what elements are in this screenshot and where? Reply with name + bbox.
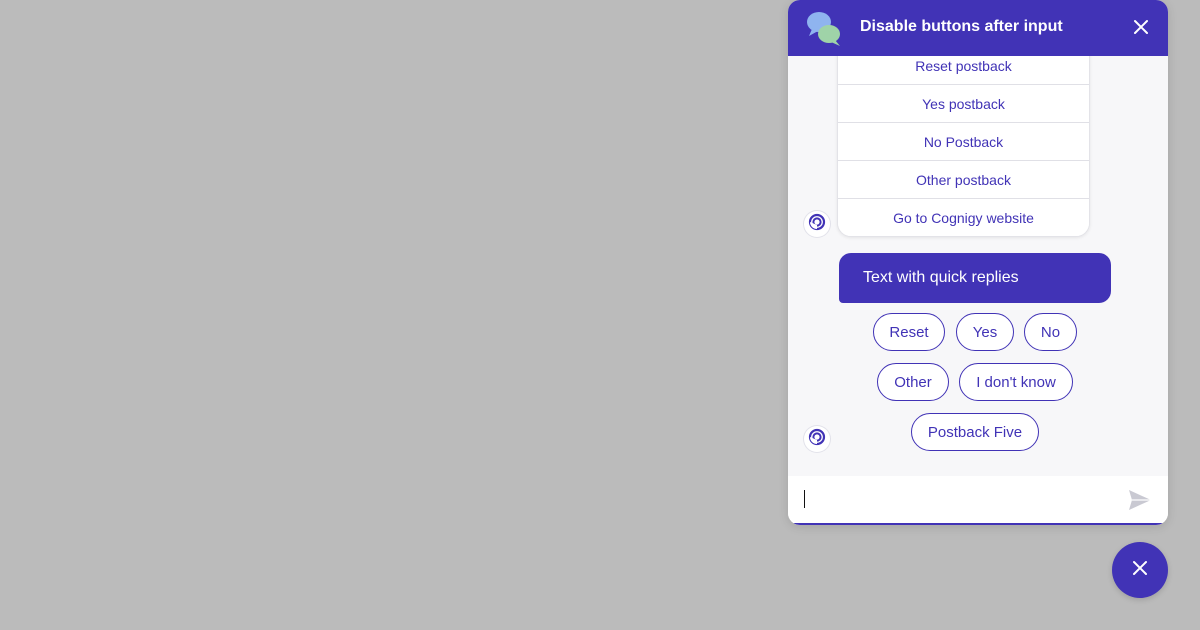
quick-reply-other[interactable]: Other xyxy=(877,363,949,401)
list-button-go-to-website[interactable]: Go to Cognigy website xyxy=(838,198,1089,236)
chat-title: Disable buttons after input xyxy=(860,18,1063,35)
list-button-no-postback[interactable]: No Postback xyxy=(838,122,1089,160)
chat-toggle-button[interactable] xyxy=(1112,542,1168,598)
bot-logo-icon xyxy=(808,213,826,236)
chat-widget: Disable buttons after input Reset postba… xyxy=(788,0,1168,525)
quick-reply-yes[interactable]: Yes xyxy=(956,313,1014,351)
send-icon[interactable] xyxy=(1127,488,1153,512)
quick-reply-postback-five[interactable]: Postback Five xyxy=(911,413,1039,451)
close-icon xyxy=(1132,560,1148,581)
bot-avatar xyxy=(804,211,830,237)
list-button-yes-postback[interactable]: Yes postback xyxy=(838,84,1089,122)
bot-message-text: Text with quick replies xyxy=(863,269,1019,286)
bot-message-bubble: Text with quick replies xyxy=(839,253,1111,303)
close-icon[interactable] xyxy=(1128,14,1154,40)
chat-log[interactable]: Reset postback Yes postback No Postback … xyxy=(788,56,1168,476)
bot-logo-icon xyxy=(808,428,826,451)
button-list: Reset postback Yes postback No Postback … xyxy=(837,56,1090,237)
quick-reply-i-dont-know[interactable]: I don't know xyxy=(959,363,1073,401)
quick-reply-reset[interactable]: Reset xyxy=(873,313,945,351)
quick-reply-no[interactable]: No xyxy=(1024,313,1077,351)
bot-avatar xyxy=(804,426,830,452)
list-button-reset-postback[interactable]: Reset postback xyxy=(838,56,1089,84)
chat-bubbles-icon xyxy=(804,8,844,48)
message-input-bar xyxy=(788,476,1168,525)
text-caret xyxy=(804,490,805,508)
chat-header: Disable buttons after input xyxy=(788,0,1168,56)
list-button-other-postback[interactable]: Other postback xyxy=(838,160,1089,198)
message-input[interactable] xyxy=(802,486,1116,516)
